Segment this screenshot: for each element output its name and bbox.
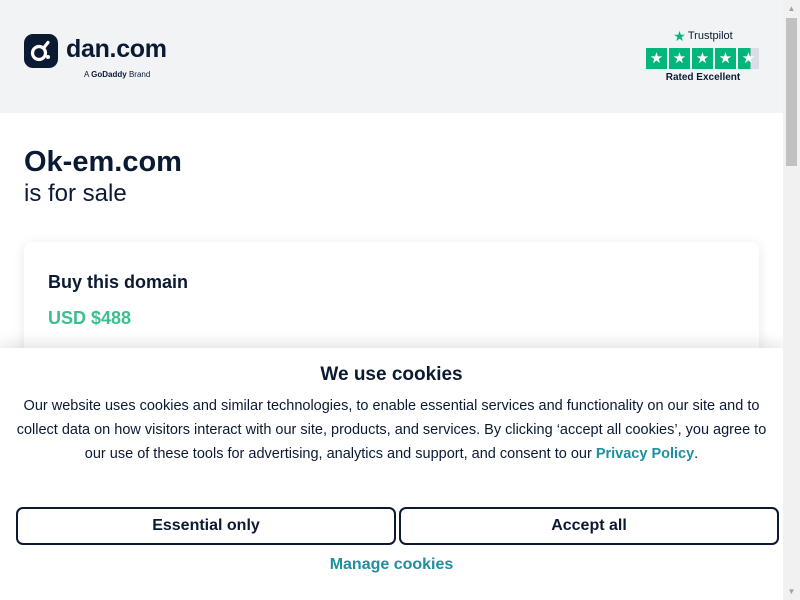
site-header: dan.com A GoDaddy Brand ★ Trustpilot ★ ★… (0, 0, 783, 113)
page-viewport: dan.com A GoDaddy Brand ★ Trustpilot ★ ★… (0, 0, 783, 600)
buy-card-title: Buy this domain (48, 272, 189, 292)
brand-name: GoDaddy (91, 70, 127, 79)
vertical-scrollbar[interactable]: ▲ ▼ (783, 0, 800, 600)
manage-cookies-link[interactable]: Manage cookies (0, 556, 783, 574)
domain-title: Ok-em.com (24, 146, 182, 178)
trustpilot-star-icon: ★ (673, 28, 686, 44)
cookie-banner-title: We use cookies (320, 364, 463, 385)
trustpilot-widget[interactable]: ★ Trustpilot ★ ★ ★ ★ ★ Rated Excellent (646, 28, 760, 83)
accept-all-button[interactable]: Accept all (399, 507, 779, 545)
essential-only-button[interactable]: Essential only (16, 507, 396, 545)
scroll-up-arrow-icon[interactable]: ▲ (783, 0, 800, 17)
godaddy-brand-line: A GoDaddy Brand (84, 70, 150, 79)
dan-logo-icon (24, 34, 58, 68)
logo-text: dan.com (66, 35, 167, 63)
cookie-banner: We use cookies Our website uses cookies … (0, 348, 783, 600)
buy-card-price: USD $488 (48, 308, 132, 328)
cookie-body-period: . (694, 446, 699, 462)
scroll-down-arrow-icon[interactable]: ▼ (783, 583, 800, 600)
brand-prefix: A (84, 70, 89, 79)
cookie-banner-text: Our website uses cookies and similar tec… (12, 394, 771, 466)
trustpilot-brand: ★ Trustpilot (646, 28, 760, 44)
trustpilot-rating-text: Rated Excellent (665, 72, 741, 83)
star-icon: ★ (715, 48, 736, 69)
half-star-icon: ★ (738, 48, 759, 69)
brand-suffix: Brand (128, 70, 151, 79)
trustpilot-stars: ★ ★ ★ ★ ★ (646, 48, 760, 69)
trustpilot-label: Trustpilot (687, 30, 733, 42)
privacy-policy-link[interactable]: Privacy Policy (596, 446, 694, 462)
star-icon: ★ (646, 48, 667, 69)
for-sale-subtitle: is for sale (24, 180, 127, 207)
star-icon: ★ (692, 48, 713, 69)
scrollbar-thumb[interactable] (786, 18, 797, 166)
star-icon: ★ (669, 48, 690, 69)
